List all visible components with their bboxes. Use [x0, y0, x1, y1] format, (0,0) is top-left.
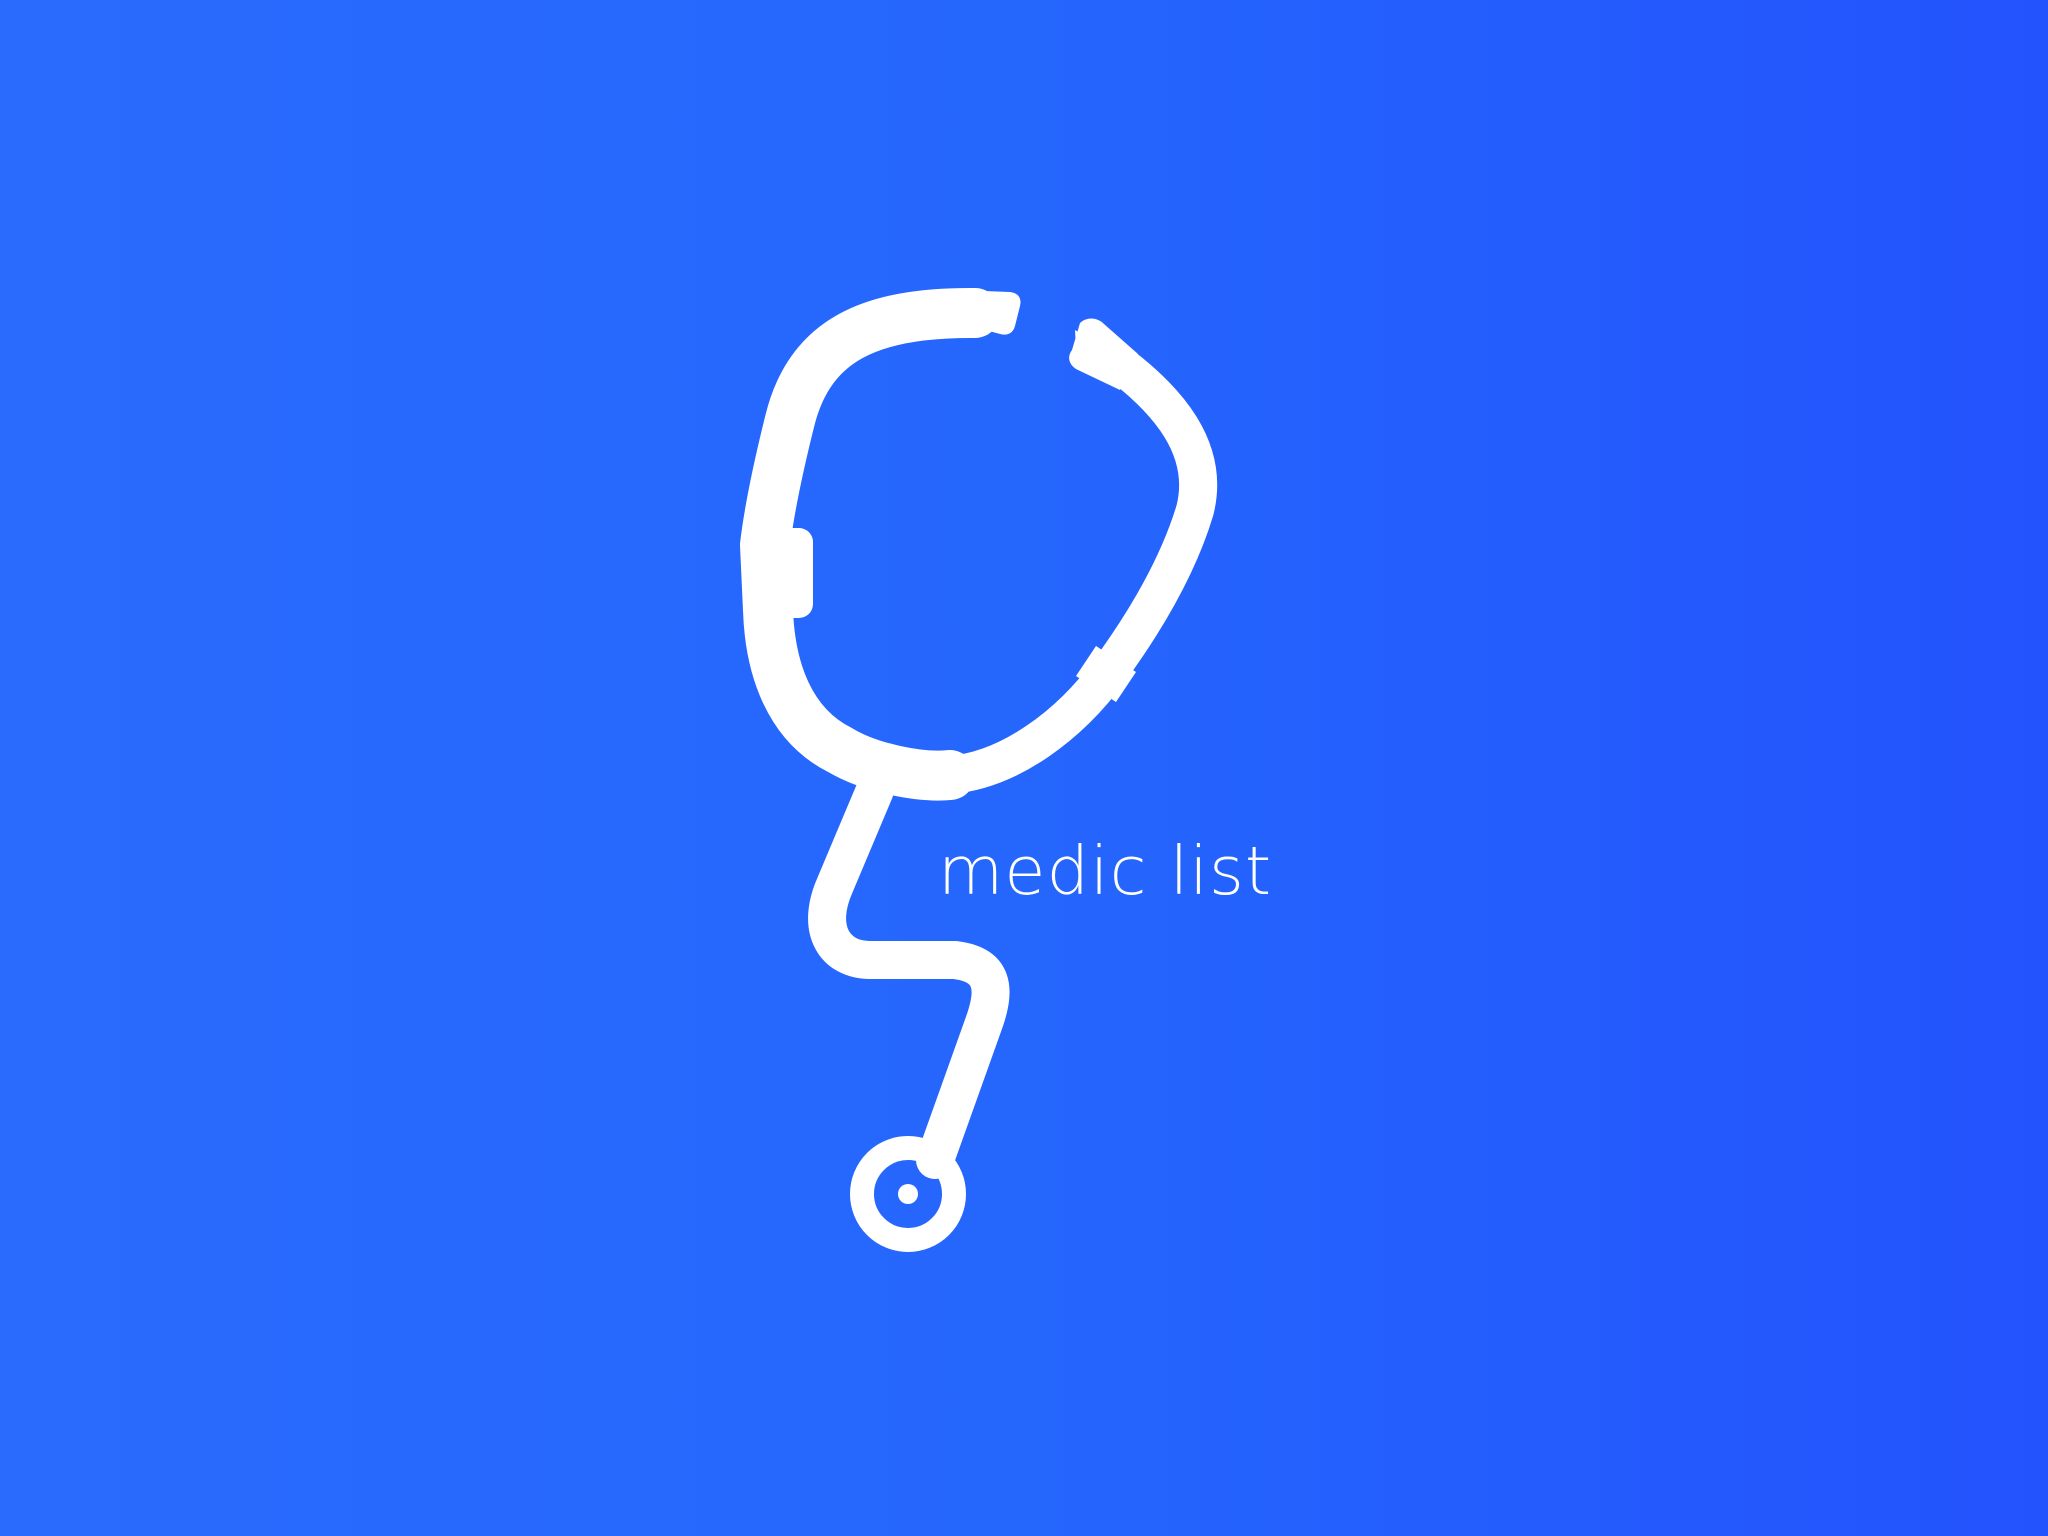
splash-screen: medic list: [0, 0, 2048, 1536]
left-tube-sleeve: [765, 528, 813, 618]
stethoscope-icon: [740, 287, 1218, 1252]
chest-piece-center-icon: [898, 1184, 918, 1204]
brand-wordmark: medic list: [938, 832, 1273, 910]
stethoscope-right-tube: [931, 338, 1218, 794]
